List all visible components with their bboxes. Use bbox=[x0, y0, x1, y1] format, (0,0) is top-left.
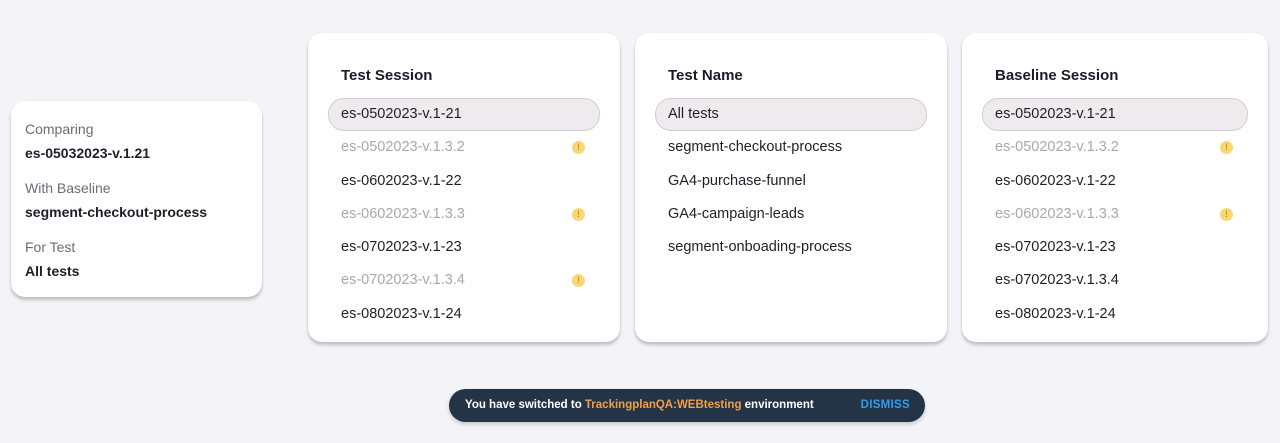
toast-prefix: You have switched to bbox=[465, 399, 585, 411]
list-item-label: es-0802023-v.1-24 bbox=[995, 305, 1116, 322]
list-item[interactable]: es-0602023-v.1-22 bbox=[328, 165, 600, 198]
dismiss-button[interactable]: DISMISS bbox=[861, 389, 910, 422]
list-item-label: es-0502023-v.1-21 bbox=[995, 106, 1116, 122]
list-fade bbox=[308, 334, 620, 342]
warning-icon: ! bbox=[572, 274, 585, 288]
list-item[interactable]: es-0502023-v.1-21 bbox=[328, 98, 600, 132]
test-name-card: Test Name All tests segment-checkout-proc… bbox=[635, 33, 947, 342]
list-item[interactable]: es-0602023-v.1.3.3! bbox=[982, 198, 1248, 231]
list-item[interactable]: es-0502023-v.1.3.2! bbox=[982, 131, 1248, 164]
list-item[interactable]: All tests bbox=[655, 98, 927, 132]
list-fade bbox=[635, 334, 947, 342]
warning-icon: ! bbox=[572, 141, 585, 155]
environment-toast: You have switched to TrackingplanQA:WEBt… bbox=[449, 389, 925, 422]
test-session-list: es-0502023-v.1-21 es-0502023-v.1.3.2! es-0… bbox=[328, 98, 600, 331]
list-item-label: segment-onboading-process bbox=[668, 239, 852, 256]
comparing-label: Comparing bbox=[25, 121, 94, 137]
warning-icon: ! bbox=[572, 207, 585, 221]
toast-environment: TrackingplanQA:WEBtesting bbox=[584, 399, 742, 411]
test-session-title: Test Session bbox=[341, 67, 433, 84]
list-item[interactable]: es-0702023-v.1.3.4! bbox=[328, 264, 600, 297]
test-value: All tests bbox=[25, 263, 80, 279]
list-item-label: All tests bbox=[668, 106, 719, 122]
list-item[interactable]: es-0702023-v.1.3.4 bbox=[982, 264, 1248, 297]
list-item[interactable]: es-0802023-v.1-24 bbox=[328, 298, 600, 331]
baseline-label: With Baseline bbox=[25, 180, 111, 196]
comparing-value: es-05032023-v.1.21 bbox=[25, 145, 151, 161]
list-item[interactable]: GA4-purchase-funnel bbox=[655, 165, 927, 198]
list-item-label: es-0602023-v.1.3.3 bbox=[341, 205, 465, 222]
list-item-label: es-0502023-v.1.3.2 bbox=[995, 139, 1119, 156]
list-item[interactable]: es-0502023-v.1-21 bbox=[982, 98, 1248, 132]
test-name-list: All tests segment-checkout-process GA4-pur… bbox=[655, 98, 927, 264]
list-item[interactable]: es-0602023-v.1-22 bbox=[982, 165, 1248, 198]
test-name-title: Test Name bbox=[668, 67, 743, 84]
list-item[interactable]: es-0802023-v.1-24 bbox=[982, 298, 1248, 331]
list-item-label: es-0502023-v.1-21 bbox=[341, 106, 462, 122]
list-item[interactable]: segment-checkout-process bbox=[655, 131, 927, 164]
comparison-summary-card: Comparing es-05032023-v.1.21 With Baseli… bbox=[11, 101, 262, 297]
list-item-label: es-0702023-v.1-23 bbox=[341, 239, 462, 256]
list-item-label: segment-checkout-process bbox=[668, 139, 843, 156]
toast-message: You have switched to TrackingplanQA:WEBt… bbox=[465, 389, 814, 422]
baseline-value: segment-checkout-process bbox=[25, 204, 208, 220]
baseline-session-title: Baseline Session bbox=[995, 67, 1119, 84]
warning-icon: ! bbox=[1220, 207, 1233, 221]
list-item[interactable]: es-0702023-v.1-23 bbox=[328, 231, 600, 264]
toast-suffix: environment bbox=[741, 399, 814, 411]
list-item-label: es-0702023-v.1-23 bbox=[995, 239, 1116, 256]
list-item[interactable]: es-0702023-v.1-23 bbox=[982, 231, 1248, 264]
list-item[interactable]: GA4-campaign-leads bbox=[655, 198, 927, 231]
list-item-label: es-0702023-v.1.3.4 bbox=[341, 272, 465, 289]
baseline-session-list: es-0502023-v.1-21 es-0502023-v.1.3.2! es-0… bbox=[982, 98, 1248, 331]
list-item-label: es-0602023-v.1-22 bbox=[995, 172, 1116, 189]
list-item-label: GA4-purchase-funnel bbox=[668, 172, 806, 189]
list-item-label: es-0802023-v.1-24 bbox=[341, 305, 462, 322]
list-item-label: es-0602023-v.1-22 bbox=[341, 172, 462, 189]
list-fade bbox=[962, 334, 1268, 342]
list-item-label: es-0602023-v.1.3.3 bbox=[995, 205, 1119, 222]
list-item-label: GA4-campaign-leads bbox=[668, 205, 805, 222]
baseline-session-card: Baseline Session es-0502023-v.1-21 es-050… bbox=[962, 33, 1268, 342]
list-item[interactable]: es-0502023-v.1.3.2! bbox=[328, 131, 600, 164]
list-item[interactable]: segment-onboading-process bbox=[655, 231, 927, 264]
list-item-label: es-0502023-v.1.3.2 bbox=[341, 139, 465, 156]
list-item-label: es-0702023-v.1.3.4 bbox=[995, 272, 1119, 289]
warning-icon: ! bbox=[1220, 141, 1233, 155]
list-item[interactable]: es-0602023-v.1.3.3! bbox=[328, 198, 600, 231]
test-session-card: Test Session es-0502023-v.1-21 es-0502023… bbox=[308, 33, 620, 342]
test-label: For Test bbox=[25, 239, 76, 255]
